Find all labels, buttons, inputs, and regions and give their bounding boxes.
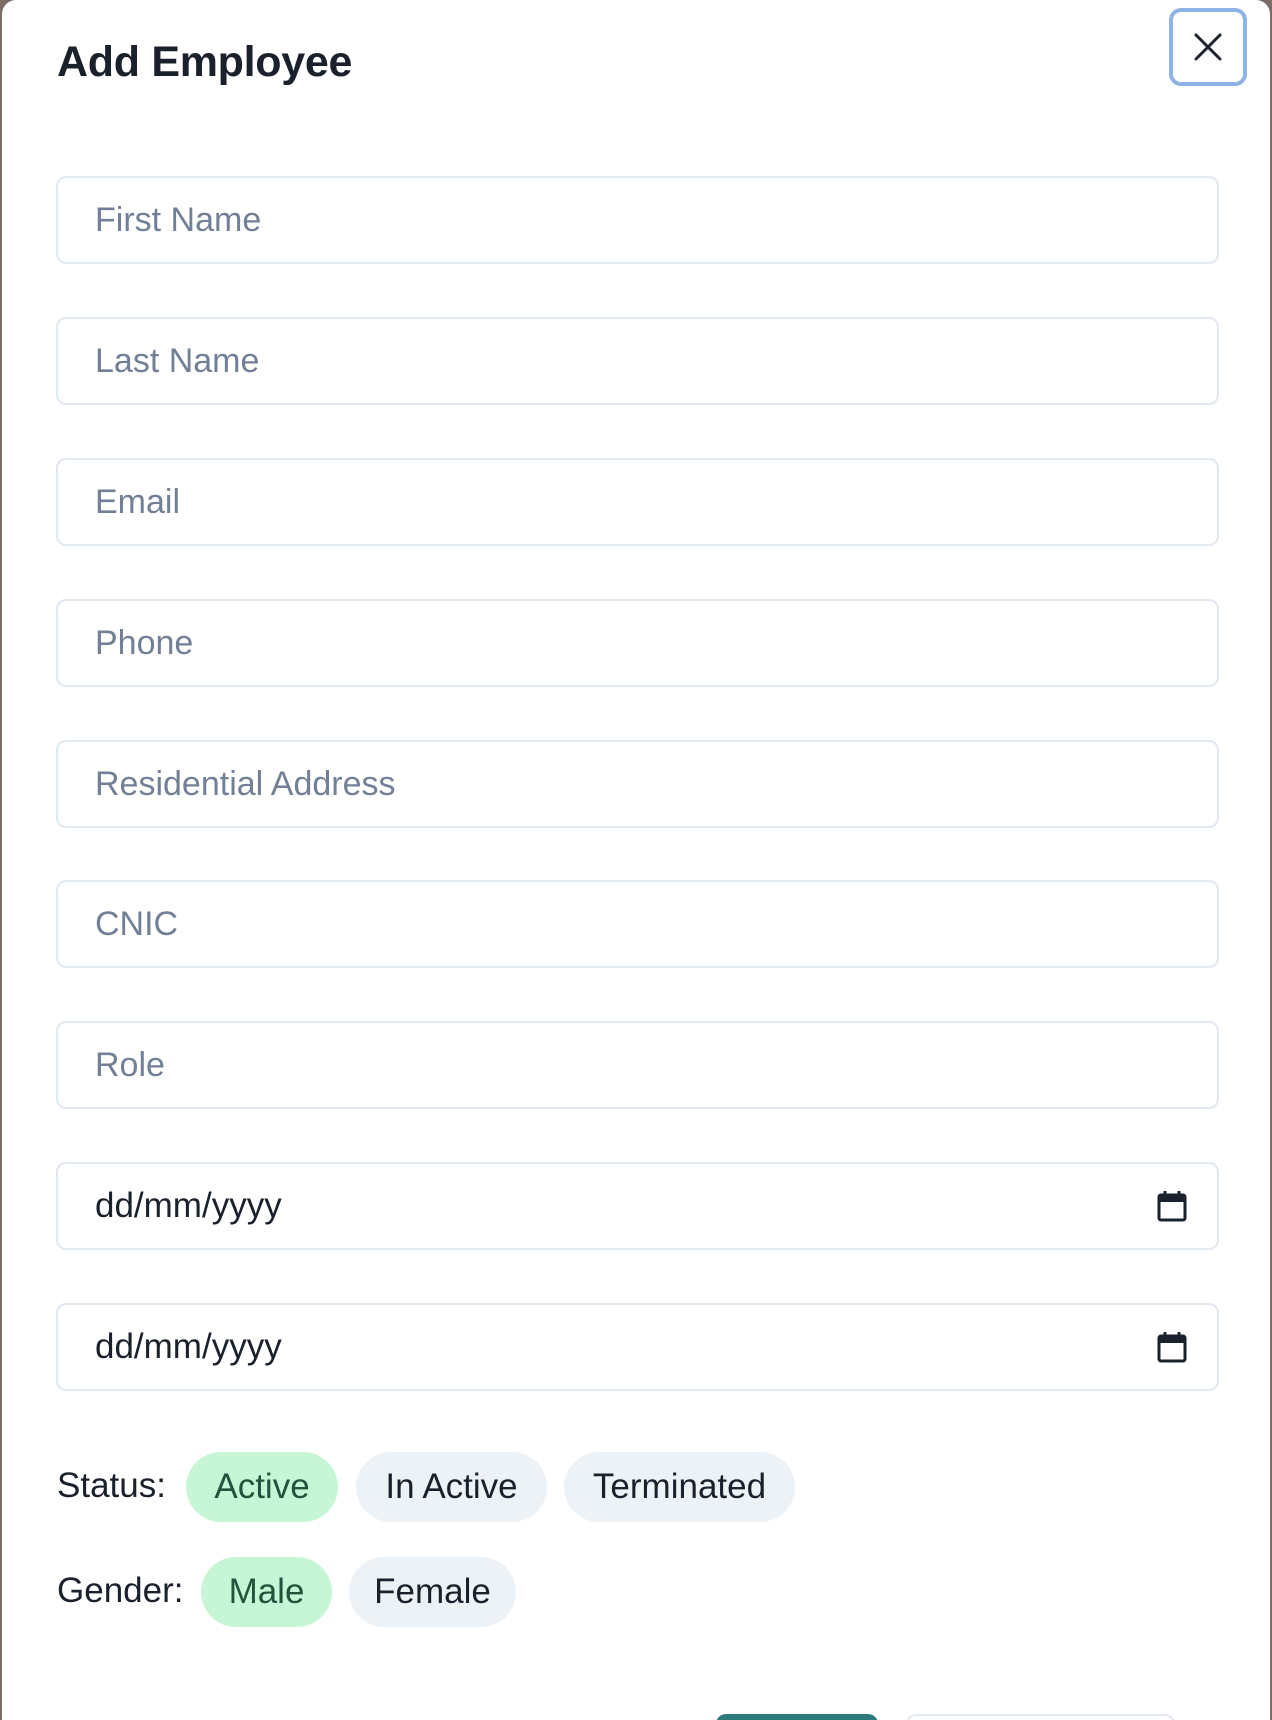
email-field[interactable] bbox=[56, 458, 1219, 546]
cnic-input[interactable] bbox=[95, 904, 1187, 944]
role-field[interactable] bbox=[56, 1021, 1219, 1109]
gender-label: Gender: bbox=[57, 1571, 184, 1610]
first-name-input[interactable] bbox=[95, 200, 1187, 240]
cnic-field[interactable] bbox=[56, 880, 1219, 968]
gender-chip-female[interactable]: Female bbox=[349, 1557, 516, 1627]
modal-title: Add Employee bbox=[57, 38, 353, 86]
gender-chip-male[interactable]: Male bbox=[201, 1557, 332, 1627]
status-chip-terminated[interactable]: Terminated bbox=[564, 1452, 795, 1522]
first-name-field[interactable] bbox=[56, 176, 1219, 264]
date-input-2[interactable]: dd/mm/yyyy bbox=[95, 1327, 1157, 1367]
date-field-1[interactable]: dd/mm/yyyy bbox=[56, 1162, 1219, 1250]
phone-input[interactable] bbox=[95, 623, 1187, 663]
status-label: Status: bbox=[57, 1466, 166, 1505]
add-employee-modal: Add Employee dd/mm/yyyy dd/m bbox=[2, 0, 1270, 1720]
address-field[interactable] bbox=[56, 740, 1219, 828]
address-input[interactable] bbox=[95, 764, 1187, 804]
calendar-icon[interactable] bbox=[1157, 1190, 1187, 1222]
phone-field[interactable] bbox=[56, 599, 1219, 687]
date-field-2[interactable]: dd/mm/yyyy bbox=[56, 1303, 1219, 1391]
last-name-field[interactable] bbox=[56, 317, 1219, 405]
cancel-button[interactable] bbox=[906, 1714, 1175, 1720]
calendar-icon[interactable] bbox=[1157, 1331, 1187, 1363]
email-input[interactable] bbox=[95, 482, 1187, 522]
role-input[interactable] bbox=[95, 1045, 1187, 1085]
status-chip-active[interactable]: Active bbox=[186, 1452, 338, 1522]
close-button[interactable] bbox=[1169, 8, 1247, 86]
date-input-1[interactable]: dd/mm/yyyy bbox=[95, 1186, 1157, 1226]
close-icon bbox=[1194, 33, 1222, 61]
submit-button[interactable] bbox=[716, 1714, 878, 1720]
status-chip-inactive[interactable]: In Active bbox=[356, 1452, 547, 1522]
last-name-input[interactable] bbox=[95, 341, 1187, 381]
